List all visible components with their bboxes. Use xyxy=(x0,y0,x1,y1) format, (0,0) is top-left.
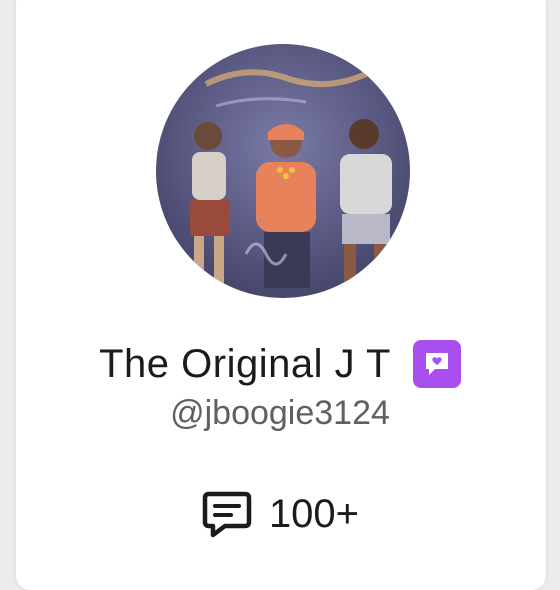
name-row: The Original J T xyxy=(0,336,560,392)
profile-avatar[interactable] xyxy=(156,44,410,298)
comment-count: 100+ xyxy=(268,491,360,536)
display-name: The Original J T xyxy=(99,341,391,386)
avatar-image xyxy=(156,44,410,298)
comment-icon xyxy=(202,491,252,538)
comments-stat[interactable]: 100+ xyxy=(0,486,560,542)
heart-chat-icon xyxy=(425,353,448,375)
heart-chat-badge[interactable] xyxy=(412,340,461,388)
username: @jboogie3124 xyxy=(170,394,390,432)
